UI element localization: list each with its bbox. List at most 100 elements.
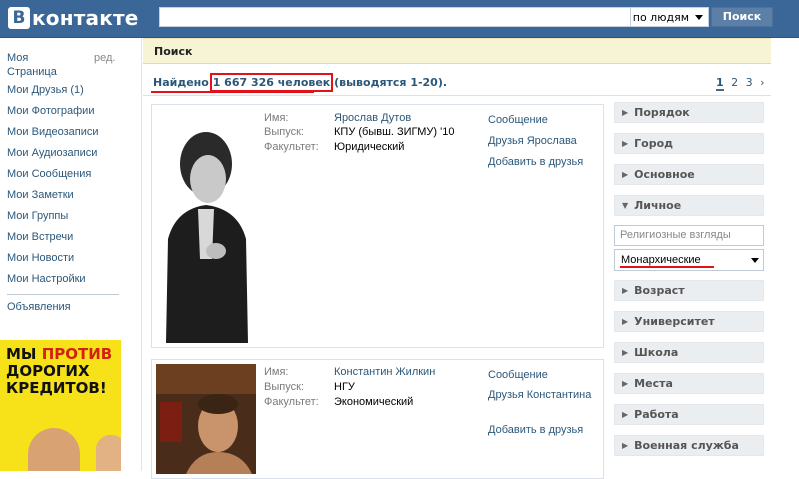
top-bar: В контакте по людям Поиск: [0, 0, 799, 38]
sidebar-item-messages[interactable]: Мои Сообщения: [7, 168, 91, 180]
filter-personal[interactable]: ▼ Личное: [614, 195, 764, 216]
ad-line-1b: ПРОТИВ: [41, 345, 113, 363]
sidebar-item-videos[interactable]: Мои Видеозаписи: [7, 126, 99, 138]
filter-label: Город: [634, 137, 674, 150]
filter-label: Возраст: [634, 284, 685, 297]
graduation-label: Выпуск:: [264, 126, 304, 138]
triangle-right-icon: ▶: [622, 317, 629, 326]
triangle-right-icon: ▶: [622, 108, 629, 117]
search-mode-label: по людям: [632, 10, 689, 24]
filter-label: Основное: [634, 168, 695, 181]
filter-label: Военная служба: [634, 439, 739, 452]
sidebar-item-ads[interactable]: Объявления: [7, 301, 71, 313]
page-3[interactable]: 3: [746, 76, 753, 89]
graduation-value: НГУ: [334, 381, 355, 393]
sidebar-item-audio[interactable]: Мои Аудиозаписи: [7, 147, 97, 159]
ad-line-3: КРЕДИТОВ!: [6, 379, 107, 397]
profile-photo-image: [156, 109, 256, 343]
person-name-link[interactable]: Константин Жилкин: [334, 366, 435, 378]
results-divider: [143, 95, 771, 96]
filter-military[interactable]: ▶ Военная служба: [614, 435, 764, 456]
faculty-value: Юридический: [334, 141, 405, 153]
next-page-arrow[interactable]: ›: [760, 76, 764, 89]
filter-label: Личное: [634, 199, 682, 212]
faculty-label: Факультет:: [264, 141, 319, 153]
sidebar: Моя Страница ред. Мои Друзья (1) Мои Фот…: [0, 38, 141, 471]
send-message-link[interactable]: Сообщение: [488, 113, 600, 127]
sidebar-divider: [7, 294, 119, 295]
sidebar-item-groups[interactable]: Мои Группы: [7, 210, 68, 222]
add-friend-link[interactable]: Добавить в друзья: [488, 423, 600, 437]
sidebar-item-events[interactable]: Мои Встречи: [7, 231, 73, 243]
filter-label: Места: [634, 377, 673, 390]
results-summary: Найдено 1 667 326 человек (выводятся 1-2…: [153, 73, 448, 92]
sidebar-item-notes[interactable]: Мои Заметки: [7, 189, 74, 201]
red-underline-annotation: [620, 266, 714, 268]
filter-city[interactable]: ▶ Город: [614, 133, 764, 154]
triangle-right-icon: ▶: [622, 379, 629, 388]
search-input[interactable]: [159, 7, 631, 27]
page-2[interactable]: 2: [731, 76, 738, 89]
found-suffix: (выводятся 1-20).: [334, 76, 448, 89]
ad-banner[interactable]: МЫ ПРОТИВ ДОРОГИХ КРЕДИТОВ!: [0, 340, 121, 471]
religion-field[interactable]: Религиозные взгляды: [614, 225, 764, 246]
sidebar-item-settings[interactable]: Мои Настройки: [7, 273, 86, 285]
ad-line-1a: МЫ: [6, 345, 42, 363]
logo[interactable]: В контакте: [8, 5, 139, 31]
sidebar-item-news[interactable]: Мои Новости: [7, 252, 74, 264]
filter-work[interactable]: ▶ Работа: [614, 404, 764, 425]
add-friend-link[interactable]: Добавить в друзья: [488, 155, 600, 169]
result-card: Имя: Ярослав Дутов Выпуск: КПУ (бывш. ЗИ…: [151, 104, 604, 348]
triangle-right-icon: ▶: [622, 441, 629, 450]
filter-basic[interactable]: ▶ Основное: [614, 164, 764, 185]
triangle-right-icon: ▶: [622, 410, 629, 419]
filter-school[interactable]: ▶ Школа: [614, 342, 764, 363]
profile-photo[interactable]: [156, 109, 256, 343]
search-mode-select[interactable]: по людям: [631, 7, 709, 27]
send-message-link[interactable]: Сообщение: [488, 368, 600, 382]
filter-label: Школа: [634, 346, 679, 359]
vk-logo-icon: В: [8, 7, 30, 29]
red-underline-annotation: [151, 91, 314, 93]
chevron-down-icon: [751, 258, 759, 263]
filter-label: Работа: [634, 408, 679, 421]
page-1[interactable]: 1: [716, 76, 724, 91]
triangle-right-icon: ▶: [622, 348, 629, 357]
person-name-link[interactable]: Ярослав Дутов: [334, 112, 411, 124]
triangle-down-icon: ▼: [622, 201, 629, 210]
found-prefix: Найдено: [153, 76, 209, 89]
name-label: Имя:: [264, 112, 289, 124]
filter-label: Порядок: [634, 106, 690, 119]
logo-text: контакте: [32, 6, 139, 30]
filter-age[interactable]: ▶ Возраст: [614, 280, 764, 301]
result-card: Имя: Константин Жилкин Выпуск: НГУ Факул…: [151, 359, 604, 479]
ad-line-2: ДОРОГИХ: [6, 362, 90, 380]
graduation-value: КПУ (бывш. ЗИГМУ) '10: [334, 126, 455, 138]
filter-label: Университет: [634, 315, 715, 328]
ad-person-image-2: [96, 435, 121, 471]
faculty-label: Факультет:: [264, 396, 319, 408]
found-count: 1 667 326 человек: [209, 73, 334, 92]
profile-photo[interactable]: [156, 364, 256, 474]
sidebar-item-photos[interactable]: Мои Фотографии: [7, 105, 94, 117]
sidebar-item-friends[interactable]: Мои Друзья (1): [7, 84, 84, 96]
sidebar-item-my-page[interactable]: Моя Страница: [7, 51, 57, 79]
profile-photo-image: [156, 364, 256, 474]
filter-places[interactable]: ▶ Места: [614, 373, 764, 394]
edit-link[interactable]: ред.: [94, 52, 115, 64]
page-title: Поиск: [154, 45, 193, 58]
ad-text: МЫ ПРОТИВ ДОРОГИХ КРЕДИТОВ!: [6, 346, 118, 397]
sidebar-separator: [141, 38, 142, 471]
graduation-label: Выпуск:: [264, 381, 304, 393]
page-header: Поиск: [143, 38, 771, 64]
triangle-right-icon: ▶: [622, 139, 629, 148]
search-button[interactable]: Поиск: [711, 7, 773, 27]
faculty-value: Экономический: [334, 396, 414, 408]
view-friends-link[interactable]: Друзья Ярослава: [488, 134, 600, 148]
filter-sort[interactable]: ▶ Порядок: [614, 102, 764, 123]
ad-person-image: [28, 428, 80, 471]
triangle-right-icon: ▶: [622, 170, 629, 179]
filter-university[interactable]: ▶ Университет: [614, 311, 764, 332]
triangle-right-icon: ▶: [622, 286, 629, 295]
view-friends-link[interactable]: Друзья Константина: [488, 388, 600, 402]
